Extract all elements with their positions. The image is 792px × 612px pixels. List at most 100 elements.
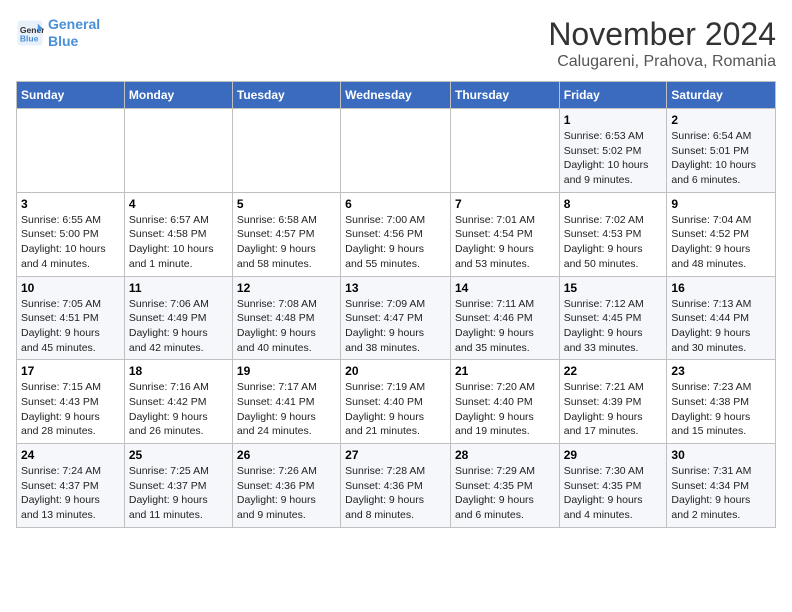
day-number: 6 — [345, 197, 446, 211]
day-number: 2 — [671, 113, 771, 127]
calendar-cell: 13 Sunrise: 7:09 AMSunset: 4:47 PMDayligh… — [341, 276, 451, 360]
day-info: Sunrise: 7:20 AMSunset: 4:40 PMDaylight:… — [455, 380, 555, 439]
calendar-table: SundayMondayTuesdayWednesdayThursdayFrid… — [16, 81, 776, 528]
calendar-cell: 16 Sunrise: 7:13 AMSunset: 4:44 PMDayligh… — [667, 276, 776, 360]
title-block: November 2024 Calugareni, Prahova, Roman… — [548, 16, 776, 71]
day-number: 27 — [345, 448, 446, 462]
day-number: 15 — [564, 281, 663, 295]
day-info: Sunrise: 7:09 AMSunset: 4:47 PMDaylight:… — [345, 297, 446, 356]
day-number: 23 — [671, 364, 771, 378]
weekday-header-sunday: Sunday — [17, 82, 125, 109]
day-info: Sunrise: 7:28 AMSunset: 4:36 PMDaylight:… — [345, 464, 446, 523]
page-header: General Blue General Blue November 2024 … — [16, 16, 776, 71]
calendar-cell: 7Sunrise: 7:01 AMSunset: 4:54 PMDaylight… — [450, 192, 559, 276]
calendar-cell — [17, 109, 125, 193]
calendar-cell: 28 Sunrise: 7:29 AMSunset: 4:35 PMDayligh… — [450, 444, 559, 528]
day-number: 3 — [21, 197, 120, 211]
calendar-cell: 9 Sunrise: 7:04 AMSunset: 4:52 PMDaylight… — [667, 192, 776, 276]
calendar-cell — [450, 109, 559, 193]
calendar-cell: 23 Sunrise: 7:23 AMSunset: 4:38 PMDayligh… — [667, 360, 776, 444]
day-number: 17 — [21, 364, 120, 378]
calendar-cell: 30 Sunrise: 7:31 AMSunset: 4:34 PMDayligh… — [667, 444, 776, 528]
day-number: 5 — [237, 197, 336, 211]
day-number: 16 — [671, 281, 771, 295]
day-info: Sunrise: 7:16 AMSunset: 4:42 PMDaylight:… — [129, 380, 228, 439]
calendar-cell: 11 Sunrise: 7:06 AMSunset: 4:49 PMDayligh… — [124, 276, 232, 360]
calendar-cell: 18 Sunrise: 7:16 AMSunset: 4:42 PMDayligh… — [124, 360, 232, 444]
day-number: 29 — [564, 448, 663, 462]
logo-text-line2: Blue — [48, 33, 100, 50]
day-info: Sunrise: 7:05 AMSunset: 4:51 PMDaylight:… — [21, 297, 120, 356]
day-info: Sunrise: 7:29 AMSunset: 4:35 PMDaylight:… — [455, 464, 555, 523]
weekday-header-tuesday: Tuesday — [232, 82, 340, 109]
calendar-cell: 25 Sunrise: 7:25 AMSunset: 4:37 PMDayligh… — [124, 444, 232, 528]
calendar-cell: 14 Sunrise: 7:11 AMSunset: 4:46 PMDayligh… — [450, 276, 559, 360]
calendar-cell: 10 Sunrise: 7:05 AMSunset: 4:51 PMDayligh… — [17, 276, 125, 360]
day-info: Sunrise: 7:17 AMSunset: 4:41 PMDaylight:… — [237, 380, 336, 439]
day-info: Sunrise: 7:06 AMSunset: 4:49 PMDaylight:… — [129, 297, 228, 356]
calendar-cell: 27 Sunrise: 7:28 AMSunset: 4:36 PMDayligh… — [341, 444, 451, 528]
logo-text-line1: General — [48, 16, 100, 33]
day-number: 18 — [129, 364, 228, 378]
day-number: 20 — [345, 364, 446, 378]
day-number: 21 — [455, 364, 555, 378]
logo-icon: General Blue — [16, 19, 44, 47]
calendar-cell: 15Sunrise: 7:12 AMSunset: 4:45 PMDayligh… — [559, 276, 667, 360]
day-number: 26 — [237, 448, 336, 462]
day-info: Sunrise: 7:30 AMSunset: 4:35 PMDaylight:… — [564, 464, 663, 523]
day-info: Sunrise: 6:53 AMSunset: 5:02 PMDaylight:… — [564, 129, 663, 188]
calendar-cell: 22Sunrise: 7:21 AMSunset: 4:39 PMDayligh… — [559, 360, 667, 444]
day-number: 30 — [671, 448, 771, 462]
day-info: Sunrise: 7:04 AMSunset: 4:52 PMDaylight:… — [671, 213, 771, 272]
weekday-header-friday: Friday — [559, 82, 667, 109]
day-info: Sunrise: 7:15 AMSunset: 4:43 PMDaylight:… — [21, 380, 120, 439]
calendar-cell: 3 Sunrise: 6:55 AMSunset: 5:00 PMDaylight… — [17, 192, 125, 276]
calendar-cell: 24Sunrise: 7:24 AMSunset: 4:37 PMDayligh… — [17, 444, 125, 528]
day-number: 12 — [237, 281, 336, 295]
day-info: Sunrise: 7:31 AMSunset: 4:34 PMDaylight:… — [671, 464, 771, 523]
day-info: Sunrise: 6:57 AMSunset: 4:58 PMDaylight:… — [129, 213, 228, 272]
day-info: Sunrise: 6:54 AMSunset: 5:01 PMDaylight:… — [671, 129, 771, 188]
day-info: Sunrise: 6:55 AMSunset: 5:00 PMDaylight:… — [21, 213, 120, 272]
calendar-cell: 19 Sunrise: 7:17 AMSunset: 4:41 PMDayligh… — [232, 360, 340, 444]
weekday-header-wednesday: Wednesday — [341, 82, 451, 109]
day-info: Sunrise: 7:00 AMSunset: 4:56 PMDaylight:… — [345, 213, 446, 272]
day-info: Sunrise: 7:26 AMSunset: 4:36 PMDaylight:… — [237, 464, 336, 523]
calendar-cell: 17 Sunrise: 7:15 AMSunset: 4:43 PMDayligh… — [17, 360, 125, 444]
month-title: November 2024 — [548, 16, 776, 53]
calendar-cell: 26 Sunrise: 7:26 AMSunset: 4:36 PMDayligh… — [232, 444, 340, 528]
day-number: 1 — [564, 113, 663, 127]
day-number: 13 — [345, 281, 446, 295]
day-info: Sunrise: 7:13 AMSunset: 4:44 PMDaylight:… — [671, 297, 771, 356]
day-info: Sunrise: 7:23 AMSunset: 4:38 PMDaylight:… — [671, 380, 771, 439]
calendar-cell: 5Sunrise: 6:58 AMSunset: 4:57 PMDaylight… — [232, 192, 340, 276]
day-number: 24 — [21, 448, 120, 462]
day-info: Sunrise: 7:11 AMSunset: 4:46 PMDaylight:… — [455, 297, 555, 356]
day-number: 9 — [671, 197, 771, 211]
day-info: Sunrise: 7:25 AMSunset: 4:37 PMDaylight:… — [129, 464, 228, 523]
day-number: 11 — [129, 281, 228, 295]
logo: General Blue General Blue — [16, 16, 100, 50]
calendar-cell: 29 Sunrise: 7:30 AMSunset: 4:35 PMDayligh… — [559, 444, 667, 528]
day-info: Sunrise: 7:19 AMSunset: 4:40 PMDaylight:… — [345, 380, 446, 439]
calendar-cell: 2 Sunrise: 6:54 AMSunset: 5:01 PMDaylight… — [667, 109, 776, 193]
weekday-header-monday: Monday — [124, 82, 232, 109]
calendar-cell: 20 Sunrise: 7:19 AMSunset: 4:40 PMDayligh… — [341, 360, 451, 444]
day-number: 25 — [129, 448, 228, 462]
day-number: 10 — [21, 281, 120, 295]
day-info: Sunrise: 7:02 AMSunset: 4:53 PMDaylight:… — [564, 213, 663, 272]
calendar-cell: 12Sunrise: 7:08 AMSunset: 4:48 PMDayligh… — [232, 276, 340, 360]
day-number: 19 — [237, 364, 336, 378]
calendar-cell: 21 Sunrise: 7:20 AMSunset: 4:40 PMDayligh… — [450, 360, 559, 444]
calendar-cell — [124, 109, 232, 193]
calendar-cell: 6 Sunrise: 7:00 AMSunset: 4:56 PMDaylight… — [341, 192, 451, 276]
calendar-cell: 1 Sunrise: 6:53 AMSunset: 5:02 PMDaylight… — [559, 109, 667, 193]
day-info: Sunrise: 7:01 AMSunset: 4:54 PMDaylight:… — [455, 213, 555, 272]
location-subtitle: Calugareni, Prahova, Romania — [548, 53, 776, 71]
day-number: 4 — [129, 197, 228, 211]
day-info: Sunrise: 7:21 AMSunset: 4:39 PMDaylight:… — [564, 380, 663, 439]
day-number: 28 — [455, 448, 555, 462]
day-number: 14 — [455, 281, 555, 295]
calendar-cell: 8Sunrise: 7:02 AMSunset: 4:53 PMDaylight… — [559, 192, 667, 276]
calendar-cell — [232, 109, 340, 193]
